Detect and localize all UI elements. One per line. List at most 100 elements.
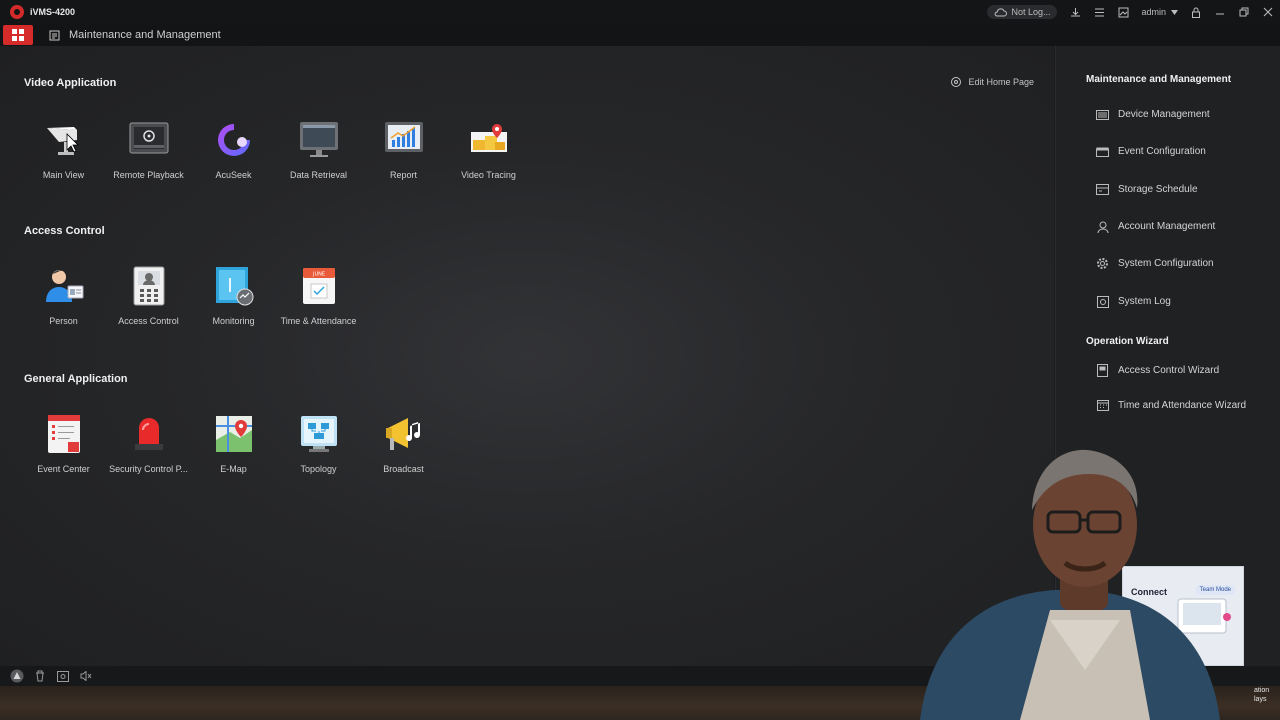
title-bar-controls: Not Log... admin — [987, 0, 1274, 24]
menu-label: Time and Attendance Wizard — [1118, 400, 1247, 411]
lock-icon[interactable] — [1190, 6, 1202, 18]
menu-event-configuration[interactable]: Event Configuration — [1096, 145, 1206, 158]
app-label: Broadcast — [383, 464, 424, 474]
menu-label: Storage Schedule — [1118, 184, 1198, 195]
grid-icon — [12, 29, 24, 41]
side-overlay-text: ation lays — [1254, 686, 1269, 704]
app-monitoring[interactable]: Monitoring — [191, 266, 276, 326]
app-e-map[interactable]: E-Map — [191, 414, 276, 474]
app-label: Topology — [300, 464, 337, 474]
app-event-center[interactable]: Event Center — [21, 414, 106, 474]
app-data-retrieval[interactable]: Data Retrieval — [276, 120, 361, 180]
mute-icon[interactable] — [79, 669, 93, 683]
app-label: Security Control P... — [109, 464, 188, 474]
cloud-login-status[interactable]: Not Log... — [987, 5, 1058, 19]
app-video-tracing[interactable]: Video Tracing — [446, 120, 531, 180]
app-label: Monitoring — [212, 316, 255, 326]
trash-icon[interactable] — [33, 669, 47, 683]
menu-storage-schedule[interactable]: Storage Schedule — [1096, 183, 1198, 196]
playback-icon — [129, 120, 169, 160]
topology-icon — [299, 414, 339, 454]
app-title: iVMS-4200 — [30, 7, 76, 17]
app-time-attendance[interactable]: JUNE Time & Attendance — [276, 266, 361, 326]
app-remote-playback[interactable]: Remote Playback — [106, 120, 191, 180]
settings-icon — [951, 77, 962, 87]
maintenance-panel-title: Maintenance and Management — [1086, 74, 1232, 85]
image-icon[interactable] — [1117, 6, 1129, 18]
menu-device-management[interactable]: Device Management — [1096, 108, 1210, 121]
restore-icon[interactable] — [1238, 6, 1250, 18]
menu-account-management[interactable]: Account Management — [1096, 220, 1215, 233]
edit-home-label: Edit Home Page — [968, 77, 1034, 87]
minimize-icon[interactable] — [1214, 6, 1226, 18]
app-label: Event Center — [37, 464, 90, 474]
app-topology[interactable]: Topology — [276, 414, 361, 474]
user-menu[interactable]: admin — [1141, 7, 1178, 17]
storage-icon — [1096, 183, 1109, 196]
app-logo-icon — [10, 5, 24, 19]
app-person[interactable]: Person — [21, 266, 106, 326]
menu-access-control-wizard[interactable]: Access Control Wizard — [1096, 364, 1219, 377]
device-icon — [1096, 108, 1109, 121]
task-list-icon[interactable] — [1093, 6, 1105, 18]
app-label: Report — [389, 170, 417, 180]
general-application-grid: Event Center Security Control P... E-Map… — [21, 414, 446, 474]
alert-icon[interactable] — [10, 669, 24, 683]
app-label: AcuSeek — [215, 170, 252, 180]
side-text-line-2: lays — [1254, 696, 1267, 703]
wizard-door-icon — [1096, 364, 1109, 377]
menu-label: System Log — [1118, 296, 1171, 307]
app-label: Video Tracing — [461, 170, 516, 180]
tab-bar: Maintenance and Management — [0, 24, 1280, 46]
app-label: Access Control — [118, 316, 179, 326]
door-terminal-icon — [129, 266, 169, 306]
app-label: Data Retrieval — [289, 170, 348, 180]
edit-home-page-button[interactable]: Edit Home Page — [950, 76, 1034, 88]
map-pin-icon — [214, 414, 254, 454]
user-name: admin — [1141, 7, 1166, 17]
menu-label: Access Control Wizard — [1118, 365, 1220, 376]
menu-label: System Configuration — [1118, 258, 1214, 269]
app-label: Main View — [42, 170, 85, 180]
tab-maintenance[interactable]: Maintenance and Management — [49, 29, 221, 41]
close-icon[interactable] — [1262, 6, 1274, 18]
broadcast-icon — [384, 414, 424, 454]
menu-system-log[interactable]: System Log — [1096, 295, 1171, 308]
svg-text:JUNE: JUNE — [311, 272, 324, 278]
video-application-grid: Main View Remote Playback AcuSeek Data R… — [21, 120, 531, 180]
app-main-view[interactable]: Main View — [21, 120, 106, 180]
calendar-icon: JUNE — [299, 266, 339, 306]
menu-time-attendance-wizard[interactable]: Time and Attendance Wizard — [1096, 399, 1246, 412]
download-icon[interactable] — [1069, 6, 1081, 18]
event-config-icon — [1096, 145, 1109, 158]
cloud-icon — [995, 7, 1008, 16]
menu-label: Account Management — [1118, 221, 1216, 232]
menu-label: Event Configuration — [1118, 146, 1206, 157]
tab-label: Maintenance and Management — [69, 29, 221, 41]
home-page-content: Edit Home Page Video Application Main Vi… — [0, 46, 1054, 666]
app-label: Person — [49, 316, 78, 326]
webcam-presenter — [920, 449, 1220, 720]
chevron-down-icon — [1171, 9, 1178, 15]
wizard-panel-title: Operation Wizard — [1086, 336, 1169, 347]
app-acuseek[interactable]: AcuSeek — [191, 120, 276, 180]
camera-icon — [44, 120, 84, 160]
title-bar: iVMS-4200 Not Log... admin — [0, 0, 1280, 24]
app-access-control[interactable]: Access Control — [106, 266, 191, 326]
app-broadcast[interactable]: Broadcast — [361, 414, 446, 474]
alarm-light-icon — [129, 414, 169, 454]
app-label: Remote Playback — [113, 170, 184, 180]
home-menu-button[interactable] — [3, 25, 33, 45]
side-text-line-1: ation — [1254, 687, 1270, 694]
section-title-general-application: General Application — [24, 373, 128, 385]
app-label: E-Map — [220, 464, 247, 474]
menu-label: Device Management — [1118, 109, 1210, 120]
app-security-control-panel[interactable]: Security Control P... — [106, 414, 191, 474]
screenshot-icon[interactable] — [56, 669, 70, 683]
log-icon — [1096, 295, 1109, 308]
maintenance-tab-icon — [49, 30, 60, 40]
menu-system-configuration[interactable]: System Configuration — [1096, 257, 1214, 270]
app-label: Time & Attendance — [280, 316, 357, 326]
app-report[interactable]: Report — [361, 120, 446, 180]
acuseek-icon — [214, 120, 254, 160]
